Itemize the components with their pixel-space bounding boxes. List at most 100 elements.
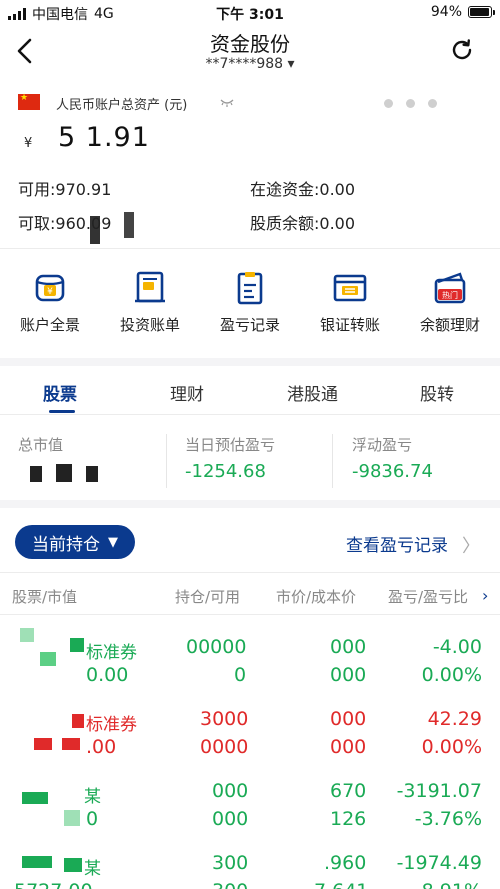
position-qty: 300 [212, 852, 249, 874]
col-price: 市价/成本价 [276, 588, 357, 606]
view-pl-record-link[interactable]: 查看盈亏记录 [346, 531, 448, 556]
daily-pl-value: -1254.68 [185, 461, 266, 482]
quick-actions: ¥ 账户全景 投资账单 盈亏记录 银证转账 热门 余额理财 [0, 262, 500, 352]
hide-eye-icon[interactable] [220, 95, 234, 109]
refresh-icon[interactable] [450, 38, 474, 62]
tab-neeq[interactable]: 股转 [420, 380, 454, 405]
profit-loss-ratio: 0.00% [421, 664, 482, 686]
scroll-right-icon[interactable]: › [482, 586, 488, 605]
wallet-icon: ¥ [35, 274, 65, 302]
divider [0, 248, 500, 249]
action-account-overview[interactable]: ¥ 账户全景 [0, 262, 100, 352]
market-value-label: 总市值 [18, 436, 64, 454]
action-label: 盈亏记录 [219, 316, 280, 334]
action-label: 投资账单 [119, 316, 180, 334]
battery-percent: 94% [430, 4, 462, 20]
cost-price: 000 [330, 736, 367, 758]
daily-pl-label: 当日预估盈亏 [185, 436, 276, 454]
divider [0, 414, 500, 415]
col-pl: 盈亏/盈亏比 [388, 588, 469, 606]
masked-digit [124, 212, 134, 238]
cost-price: 126 [330, 808, 367, 830]
stock-value: 0.00 [86, 664, 129, 686]
profit-loss-ratio: -3.76% [414, 808, 482, 830]
market-price: 000 [330, 708, 367, 730]
masked-name [70, 638, 84, 652]
market-price: 670 [330, 780, 367, 802]
hot-badge: 热门 [442, 290, 458, 300]
china-flag-icon: ★ [18, 93, 40, 110]
available-qty: 0000 [200, 736, 249, 758]
holding-row[interactable]: 某 5727.00 300 300 .960 7.641 -1974.49 -8… [0, 838, 500, 889]
profit-loss: -1974.49 [396, 852, 482, 874]
masked-value [56, 464, 72, 482]
profit-loss-ratio: -8.91% [415, 880, 482, 889]
available-qty: 000 [212, 808, 249, 830]
divider [0, 500, 500, 508]
action-balance-finance[interactable]: 热门 余额理财 [400, 262, 500, 352]
stock-value: 5727.00 [14, 880, 93, 889]
cost-price: 7.641 [314, 880, 368, 889]
tab-stocks[interactable]: 股票 [43, 380, 77, 405]
masked-name [22, 792, 48, 804]
position-qty: 3000 [200, 708, 249, 730]
svg-text:¥: ¥ [47, 287, 53, 297]
current-holdings-dropdown[interactable]: 当前持仓 ▼ [15, 525, 135, 559]
tab-indicator [49, 410, 75, 413]
asset-label: 人民币账户总资产 (元) [56, 98, 188, 113]
chevron-right-icon[interactable]: 〉 [462, 532, 480, 558]
separator [332, 434, 333, 488]
current-holdings-label: 当前持仓 [32, 534, 100, 555]
action-bank-transfer[interactable]: 银证转账 [300, 262, 400, 352]
profit-loss-ratio: 0.00% [421, 736, 482, 758]
available-qty: 300 [212, 880, 248, 889]
account-selector[interactable]: **7****988 ▾ [0, 56, 500, 72]
action-label: 账户全景 [19, 316, 80, 334]
stock-value: 0 [86, 808, 99, 830]
floating-pl-value: -9836.74 [352, 461, 433, 482]
stock-name: 某 [84, 859, 101, 879]
tab-hk-connect[interactable]: 港股通 [287, 380, 338, 405]
tab-finance[interactable]: 理财 [170, 380, 204, 405]
nav-bar: 资金股份 **7****988 ▾ [0, 26, 500, 82]
floating-pl-label: 浮动盈亏 [352, 436, 413, 454]
action-label: 余额理财 [419, 316, 480, 334]
pledged-balance: 股质余额:0.00 [250, 214, 356, 233]
status-bar: 中国电信 4G 下午 3:01 94% [0, 0, 500, 26]
divider [0, 572, 500, 573]
holding-row[interactable]: 标准券 0.00 00000 0 000 000 -4.00 0.00% [0, 622, 500, 694]
market-price: .960 [324, 852, 367, 874]
profit-loss: -4.00 [432, 636, 482, 658]
masked-name [22, 856, 52, 868]
holding-summary: 总市值 当日预估盈亏 -1254.68 浮动盈亏 -9836.74 [0, 424, 500, 498]
profit-loss: -3191.07 [396, 780, 482, 802]
clock: 下午 3:01 [216, 7, 284, 23]
transfer-icon [333, 274, 367, 302]
masked-name [20, 628, 34, 642]
masked-name [64, 810, 80, 826]
asset-panel: ★ 人民币账户总资产 (元) ¥ 5 1.91 可用:970.91 在途资金:0… [0, 86, 500, 246]
stock-name: 标准券 [86, 715, 137, 735]
market-price: 000 [330, 636, 367, 658]
action-investment-bill[interactable]: 投资账单 [100, 262, 200, 352]
withdrawable-funds: 可取:960.09 [18, 214, 112, 233]
col-position: 持仓/可用 [175, 588, 241, 606]
dropdown-triangle-icon: ▼ [108, 534, 118, 550]
masked-value [30, 466, 42, 482]
masked-name [72, 714, 84, 728]
action-pl-record[interactable]: 盈亏记录 [200, 262, 300, 352]
record-icon [237, 272, 263, 305]
stock-value: .00 [86, 736, 117, 758]
masked-name [62, 738, 80, 750]
battery-icon [468, 6, 495, 18]
holding-row[interactable]: 标准券 .00 3000 0000 000 000 42.29 0.00% [0, 694, 500, 766]
stock-name: 标准券 [86, 643, 137, 663]
col-stock: 股票/市值 [12, 588, 78, 606]
available-funds: 可用:970.91 [18, 180, 112, 199]
masked-value [86, 466, 98, 482]
position-qty: 000 [212, 780, 249, 802]
currency-symbol: ¥ [24, 136, 33, 151]
holding-row[interactable]: 某 0 000 000 670 126 -3191.07 -3.76% [0, 766, 500, 838]
page-indicator [384, 99, 437, 108]
masked-name [64, 858, 82, 872]
